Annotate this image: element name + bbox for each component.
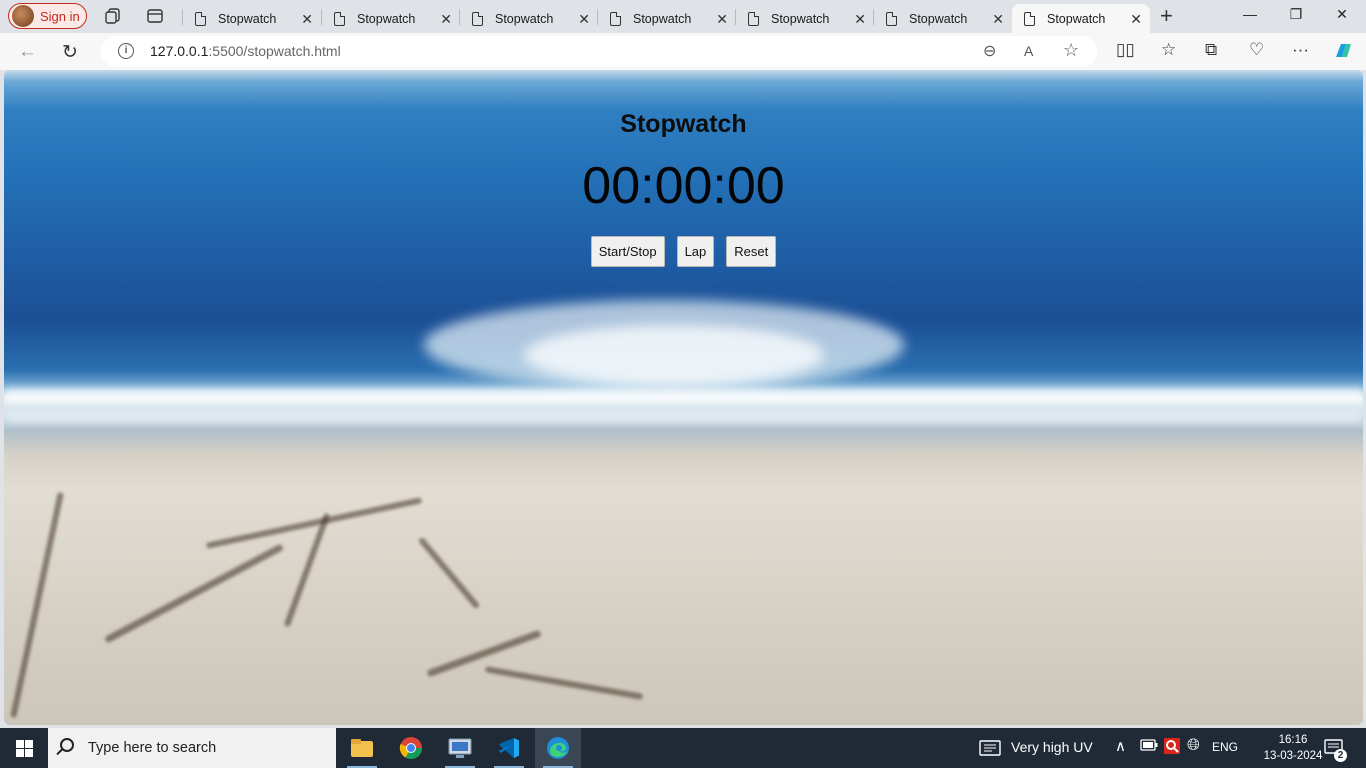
notification-count-badge: 2 [1334, 749, 1347, 762]
tab-title: Stopwatch [771, 11, 830, 26]
sand-writing [104, 543, 284, 644]
profile-label: Sign in [40, 8, 80, 24]
profile-button[interactable]: Sign in [8, 3, 87, 29]
tab-title: Stopwatch [633, 11, 692, 26]
sand-writing [10, 491, 64, 719]
browser-essentials-icon[interactable]: ♡ [1249, 40, 1264, 60]
split-screen-icon[interactable]: ▯▯ [1116, 40, 1135, 60]
page-icon [748, 11, 759, 26]
url-path: :5500/stopwatch.html [208, 43, 341, 59]
search-icon [60, 738, 74, 752]
tab-stopwatch-6[interactable]: Stopwatch ✕ [874, 4, 1012, 33]
page-title: Stopwatch [620, 110, 747, 138]
tab-title: Stopwatch [909, 11, 968, 26]
tab-stopwatch-5[interactable]: Stopwatch ✕ [736, 4, 874, 33]
close-tab-icon[interactable]: ✕ [440, 11, 452, 28]
vscode-icon[interactable] [486, 728, 532, 768]
sand-writing [426, 629, 542, 678]
read-aloud-icon[interactable]: A [1024, 43, 1033, 59]
tab-stopwatch-2[interactable]: Stopwatch ✕ [322, 4, 460, 33]
wave-line [4, 410, 1363, 424]
avatar [12, 5, 34, 27]
wave-line [4, 388, 1363, 402]
tab-strip: Sign in Stopwatch ✕ Stopwatch ✕ Stopwatc… [0, 0, 1366, 33]
clock-time: 16:16 [1278, 734, 1308, 746]
minimize-icon[interactable]: — [1240, 6, 1260, 22]
page-icon [610, 11, 621, 26]
favorites-icon[interactable]: ☆ [1161, 40, 1176, 60]
lap-button[interactable]: Lap [676, 236, 715, 267]
weather-icon[interactable] [979, 740, 1001, 759]
url-host: 127.0.0.1 [150, 43, 209, 59]
tab-title: Stopwatch [1047, 11, 1106, 26]
clock-date: 13-03-2024 [1263, 750, 1323, 762]
page-viewport: Stopwatch 00:00:00 Start/Stop Lap Reset [4, 70, 1363, 725]
zoom-icon[interactable]: ⊖ [983, 41, 996, 61]
tab-stopwatch-3[interactable]: Stopwatch ✕ [460, 4, 598, 33]
close-tab-icon[interactable]: ✕ [1130, 11, 1142, 28]
control-panel-icon[interactable] [437, 728, 483, 768]
new-tab-icon[interactable]: + [1160, 5, 1173, 27]
close-tab-icon[interactable]: ✕ [854, 11, 866, 28]
antivirus-icon[interactable] [1163, 737, 1181, 758]
file-explorer-icon[interactable] [339, 728, 385, 768]
url-text[interactable]: 127.0.0.1:5500/stopwatch.html [150, 43, 341, 59]
edge-icon[interactable] [535, 728, 581, 768]
reset-button[interactable]: Reset [726, 236, 777, 267]
page-icon [472, 11, 483, 26]
tab-title: Stopwatch [495, 11, 554, 26]
close-tab-icon[interactable]: ✕ [301, 11, 313, 28]
back-icon[interactable]: ← [18, 41, 37, 63]
weather-status[interactable]: Very high UV [1011, 739, 1093, 755]
page-icon [886, 11, 897, 26]
close-tab-icon[interactable]: ✕ [716, 11, 728, 28]
windows-start-icon[interactable] [16, 740, 33, 757]
taskbar-search[interactable]: Type here to search [48, 728, 336, 768]
tab-title: Stopwatch [218, 11, 277, 26]
start-stop-button[interactable]: Start/Stop [590, 236, 665, 267]
page-icon [195, 11, 206, 26]
system-clock[interactable]: 16:16 13-03-2024 [1263, 732, 1323, 764]
page-icon [334, 11, 345, 26]
stopwatch-display: 00:00:00 [582, 157, 785, 215]
favorite-star-icon[interactable]: ☆ [1063, 40, 1079, 61]
wave-foam [524, 325, 824, 385]
workspaces-icon[interactable] [103, 6, 123, 26]
site-info-icon[interactable]: i [118, 43, 134, 59]
tab-title: Stopwatch [357, 11, 416, 26]
browser-toolbar: ← ↻ i 127.0.0.1:5500/stopwatch.html ⊖ A … [0, 33, 1366, 70]
copilot-icon[interactable] [1332, 40, 1354, 67]
show-hidden-icons-icon[interactable]: ∧ [1115, 737, 1126, 755]
tab-stopwatch-1[interactable]: Stopwatch ✕ [183, 4, 321, 33]
search-placeholder: Type here to search [88, 740, 217, 756]
page-icon [1024, 11, 1035, 26]
close-tab-icon[interactable]: ✕ [992, 11, 1004, 28]
stopwatch-controls: Start/Stop Lap Reset [4, 236, 1363, 267]
sand-writing [417, 536, 481, 610]
restore-icon[interactable]: ❐ [1286, 6, 1306, 23]
network-globe-icon[interactable]: 🌐︎ [1187, 737, 1200, 755]
language-indicator[interactable]: ENG [1212, 740, 1238, 754]
battery-icon[interactable] [1140, 739, 1158, 754]
tab-stopwatch-4[interactable]: Stopwatch ✕ [598, 4, 736, 33]
address-bar[interactable]: i 127.0.0.1:5500/stopwatch.html ⊖ A ☆ [101, 36, 1097, 67]
window-close-icon[interactable]: ✕ [1332, 6, 1352, 23]
close-tab-icon[interactable]: ✕ [578, 11, 590, 28]
tab-actions-icon[interactable] [145, 6, 165, 26]
collections-icon[interactable]: ⧉ [1205, 40, 1217, 60]
tab-stopwatch-active[interactable]: Stopwatch ✕ [1012, 4, 1150, 33]
chrome-icon[interactable] [388, 728, 434, 768]
refresh-icon[interactable]: ↻ [62, 41, 78, 64]
sand-writing [484, 666, 644, 700]
taskbar: Type here to search Very high UV ∧ 🌐︎ EN… [0, 728, 1366, 768]
more-menu-icon[interactable]: ··· [1292, 40, 1309, 60]
